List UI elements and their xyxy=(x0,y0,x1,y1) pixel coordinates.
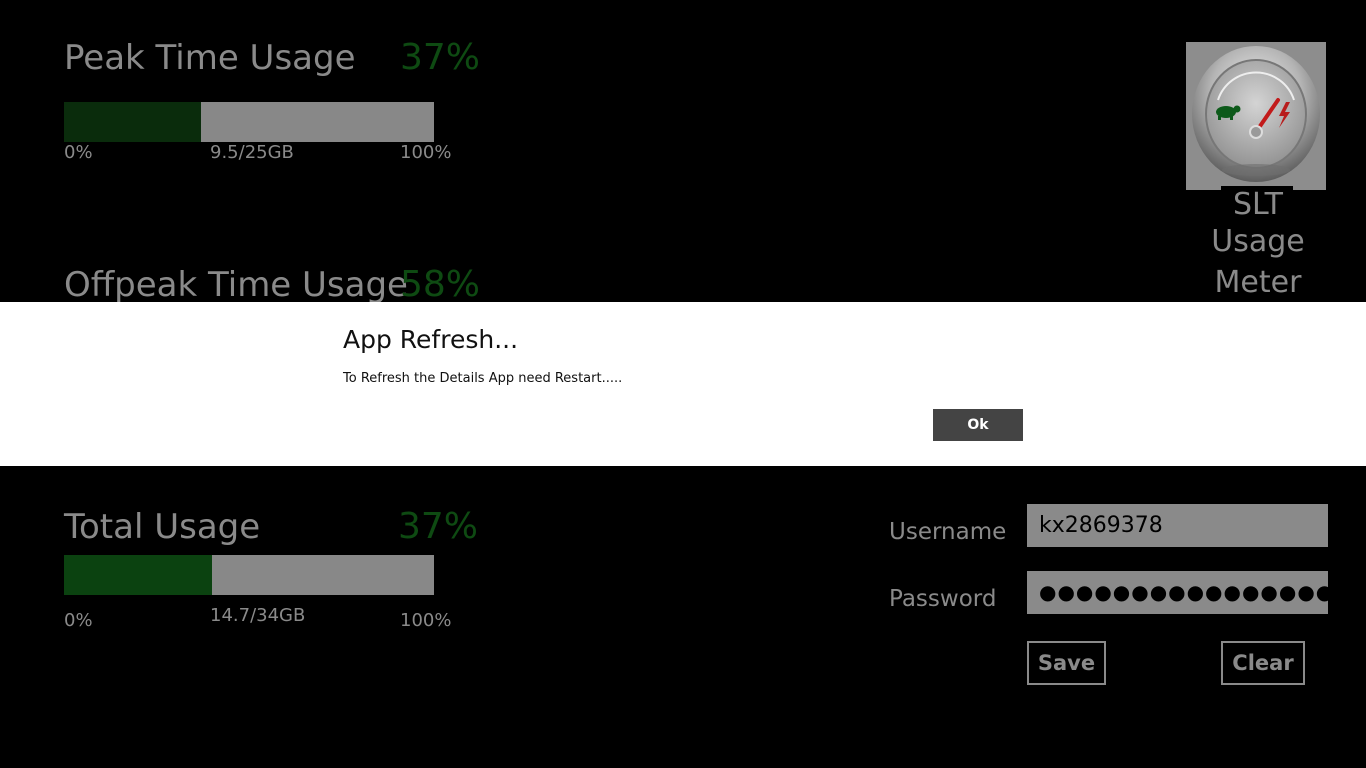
peak-min-label: 0% xyxy=(64,142,93,163)
total-usage-percent: 37% xyxy=(398,506,479,547)
total-usage-bar-fill xyxy=(64,555,212,595)
peak-value-label: 9.5/25GB xyxy=(210,142,294,163)
refresh-dialog: App Refresh... To Refresh the Details Ap… xyxy=(0,302,1366,466)
dialog-title: App Refresh... xyxy=(343,325,519,354)
app-logo-caption: SLT Usage Meter xyxy=(1186,186,1330,301)
logo-line-3: Meter xyxy=(1214,265,1302,300)
peak-usage-bar-fill xyxy=(64,102,201,142)
save-button[interactable]: Save xyxy=(1027,641,1106,685)
total-usage-bar xyxy=(64,555,434,595)
peak-usage-title: Peak Time Usage xyxy=(64,38,356,78)
peak-usage-bar xyxy=(64,102,434,142)
username-label: Username xyxy=(889,519,1007,545)
peak-usage-percent: 37% xyxy=(400,37,481,78)
total-value-label: 14.7/34GB xyxy=(210,605,306,626)
clear-button[interactable]: Clear xyxy=(1221,641,1305,685)
offpeak-usage-percent: 58% xyxy=(400,264,481,305)
speedometer-icon xyxy=(1186,42,1326,190)
dialog-message: To Refresh the Details App need Restart.… xyxy=(343,371,623,386)
password-label: Password xyxy=(889,586,997,612)
password-mask: ●●●●●●●●●●●●●●●● xyxy=(1039,580,1335,604)
total-usage-title: Total Usage xyxy=(64,507,261,547)
app-window: Peak Time Usage 37% 0% 9.5/25GB 100% Off… xyxy=(0,0,1366,768)
caption-divider xyxy=(1221,186,1293,190)
total-min-label: 0% xyxy=(64,610,93,631)
peak-max-label: 100% xyxy=(400,142,452,163)
offpeak-usage-title: Offpeak Time Usage xyxy=(64,265,408,305)
logo-line-2: Usage xyxy=(1211,224,1305,259)
total-max-label: 100% xyxy=(400,610,452,631)
ok-button[interactable]: Ok xyxy=(933,409,1023,441)
logo-line-1: SLT xyxy=(1233,187,1283,222)
password-input[interactable]: ●●●●●●●●●●●●●●●● xyxy=(1027,571,1333,614)
username-input[interactable] xyxy=(1027,504,1328,547)
